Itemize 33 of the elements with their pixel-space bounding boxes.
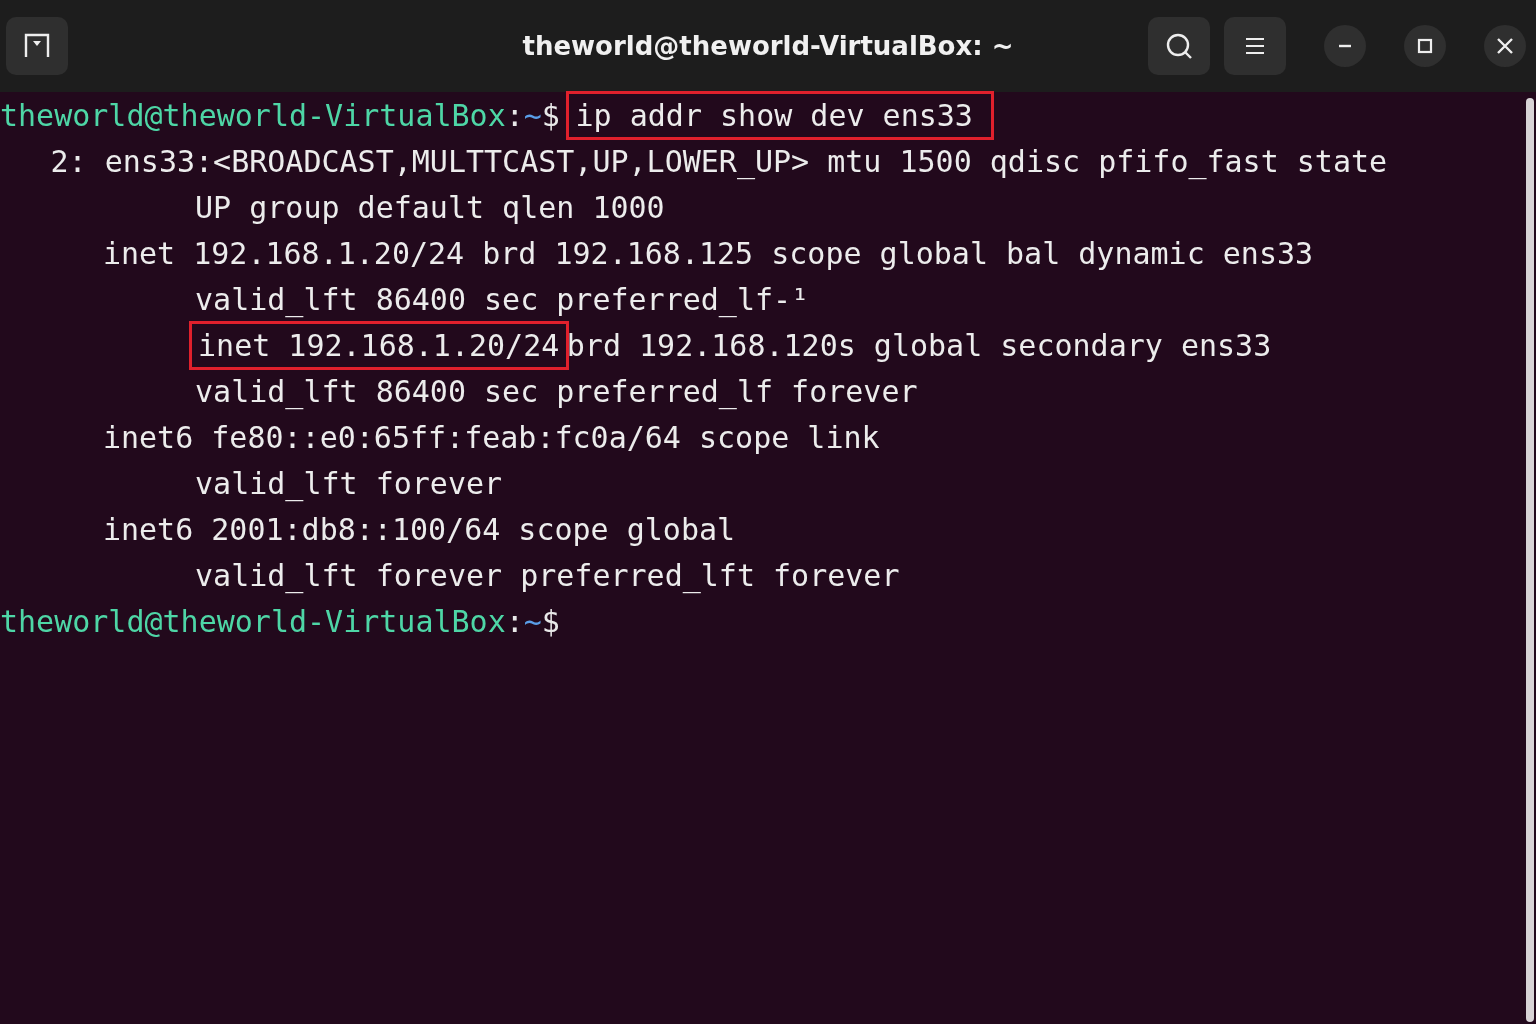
- output-text: 2: ens33:<BROADCAST,MULTTCAST,UP,LOWER_UP> mtu 1500 qdisc pfifo_fast state: [50, 143, 1388, 179]
- prompt-separator: :: [505, 97, 524, 133]
- output-text: valid_lft forever preferred_lft forever: [195, 557, 900, 593]
- scrollbar[interactable]: [1526, 98, 1534, 1022]
- menu-icon: [1245, 37, 1265, 55]
- output-text: inet6 2001:db8::100/64 scope global: [102, 511, 736, 547]
- prompt-path: ~: [523, 603, 542, 639]
- search-icon: [1165, 32, 1193, 60]
- prompt-symbol: $: [541, 97, 560, 133]
- output-text: inet 192.168.1.20/24 brd 192.168.125 scope global bal dynamic ens33: [102, 235, 1314, 271]
- close-button[interactable]: [1484, 25, 1526, 67]
- command-text: ip addr show dev ens33: [566, 90, 994, 140]
- close-icon: [1496, 37, 1514, 55]
- output-text: UP group default qlen 1000: [195, 189, 665, 225]
- search-button[interactable]: [1148, 17, 1210, 75]
- output-text: valid_lft 86400 sec preferred_lf forever: [195, 373, 918, 409]
- prompt-symbol: $: [541, 603, 560, 639]
- maximize-button[interactable]: [1404, 25, 1446, 67]
- new-tab-button[interactable]: [6, 17, 68, 75]
- minimize-icon: [1338, 44, 1352, 48]
- output-text: inet6 fe80::e0:65ff:feab:fc0a/64 scope link: [102, 419, 880, 455]
- output-text: inet 192.168.1.20/24: [188, 320, 569, 370]
- tab-icon: [23, 32, 51, 60]
- menu-button[interactable]: [1224, 17, 1286, 75]
- window-title: theworld@theworld-VirtualBox: ~: [522, 31, 1014, 61]
- prompt-user-host: theworld@theworld-VirtualBox: [0, 603, 506, 639]
- maximize-icon: [1417, 38, 1433, 54]
- output-text: brd 192.168.120s global secondary ens33: [566, 327, 1272, 363]
- output-text: valid_lft forever: [195, 465, 503, 501]
- output-text: valid_lft 86400 sec preferred_lf-¹: [195, 281, 810, 317]
- prompt-user-host: theworld@theworld-VirtualBox: [0, 97, 506, 133]
- prompt-path: ~: [523, 97, 542, 133]
- prompt-separator: :: [505, 603, 524, 639]
